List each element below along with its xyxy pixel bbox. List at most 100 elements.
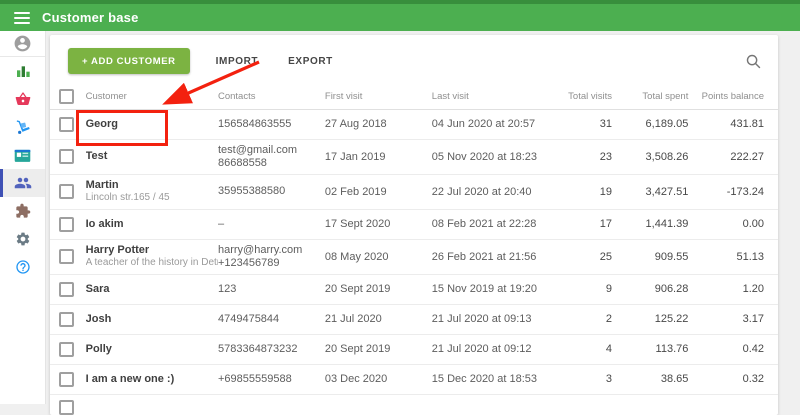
- points-balance-value: 51.13: [688, 239, 778, 275]
- total-visits-value: 4: [556, 334, 612, 365]
- customer-subtitle: A teacher of the history in Detroi...: [85, 257, 218, 268]
- table-row-partial[interactable]: [50, 394, 778, 415]
- table-row[interactable]: Martin Lincoln str.165 / 45 35955388580 …: [50, 174, 778, 210]
- select-all-checkbox[interactable]: [59, 89, 74, 105]
- export-button[interactable]: EXPORT: [284, 48, 337, 74]
- customers-panel: + ADD CUSTOMER IMPORT EXPORT Customer Co…: [50, 35, 778, 415]
- table-row[interactable]: Test test@gmail.com 86688558 17 Jan 2019…: [50, 139, 778, 175]
- total-spent-value: 6,189.05: [612, 109, 689, 140]
- first-visit-value: 27 Aug 2018: [324, 109, 432, 140]
- col-header-contacts: Contacts: [217, 85, 325, 110]
- table-row[interactable]: Sara 123 20 Sept 2019 15 Nov 2019 at 19:…: [50, 274, 778, 305]
- last-visit-value: 22 Jul 2020 at 20:40: [431, 174, 556, 210]
- customer-contact: 123: [217, 282, 237, 295]
- table-row[interactable]: Georg 156584863555 27 Aug 2018 04 Jun 20…: [50, 109, 778, 140]
- total-visits-value: 23: [556, 139, 612, 175]
- col-header-first-visit: First visit: [324, 85, 432, 110]
- row-checkbox[interactable]: [59, 371, 74, 387]
- total-spent-value: 38.65: [612, 364, 689, 395]
- sidebar-item-statistics[interactable]: [0, 57, 45, 85]
- first-visit-value: 17 Sept 2020: [324, 209, 432, 240]
- page-title: Customer base: [42, 10, 139, 25]
- import-button[interactable]: IMPORT: [212, 48, 263, 74]
- total-spent-value: 3,427.51: [612, 174, 689, 210]
- total-visits-value: 2: [556, 304, 612, 335]
- col-header-last-visit: Last visit: [431, 85, 556, 110]
- app-bar: Customer base: [0, 4, 800, 31]
- customers-table: Customer Contacts First visit Last visit…: [50, 85, 778, 415]
- col-header-points-balance: Points balance: [688, 85, 778, 110]
- sidebar-item-customers[interactable]: [0, 169, 45, 197]
- sidebar-item-help[interactable]: [0, 253, 45, 281]
- total-spent-value: 113.76: [612, 334, 689, 365]
- last-visit-value: 08 Feb 2021 at 22:28: [431, 209, 556, 240]
- points-balance-value: 222.27: [688, 139, 778, 175]
- points-balance-value: 0.42: [688, 334, 778, 365]
- table-row[interactable]: Polly 5783364873232 20 Sept 2019 21 Jul …: [50, 334, 778, 365]
- row-checkbox[interactable]: [59, 311, 74, 327]
- row-checkbox[interactable]: [59, 116, 74, 132]
- row-checkbox[interactable]: [59, 184, 74, 199]
- customer-contact: 35955388580: [217, 185, 286, 197]
- sidebar-item-staff[interactable]: [0, 141, 45, 169]
- row-checkbox[interactable]: [59, 249, 74, 264]
- row-checkbox[interactable]: [59, 281, 74, 297]
- total-spent-value: 906.28: [612, 274, 689, 305]
- last-visit-value: 21 Jul 2020 at 09:13: [431, 304, 556, 335]
- total-visits-value: 25: [556, 239, 612, 275]
- sidebar-item-products[interactable]: [0, 85, 45, 113]
- help-icon: [15, 260, 30, 274]
- sidebar: [0, 31, 46, 404]
- customer-name: Harry Potter: [85, 244, 150, 256]
- total-spent-value: 3,508.26: [612, 139, 689, 175]
- menu-icon[interactable]: [14, 11, 30, 24]
- customer-contact: 86688558: [217, 156, 267, 169]
- table-row[interactable]: I am a new one :) +69855559588 03 Dec 20…: [50, 364, 778, 395]
- total-spent-value: 1,441.39: [612, 209, 689, 240]
- last-visit-value: 04 Jun 2020 at 20:57: [431, 109, 556, 140]
- delivery-cart-icon: [16, 120, 30, 134]
- sidebar-item-profile[interactable]: [0, 31, 45, 57]
- points-balance-value: 0.00: [688, 209, 778, 240]
- row-checkbox[interactable]: [59, 216, 74, 232]
- customer-contact: harry@harry.com: [217, 243, 303, 256]
- first-visit-value: 17 Jan 2019: [324, 139, 432, 175]
- total-visits-value: 9: [556, 274, 612, 305]
- points-balance-value: 3.17: [688, 304, 778, 335]
- table-row[interactable]: Io akim – 17 Sept 2020 08 Feb 2021 at 22…: [50, 209, 778, 240]
- customer-name: Polly: [85, 342, 112, 355]
- total-visits-value: 31: [556, 109, 612, 140]
- table-row[interactable]: Josh 4749475844 21 Jul 2020 21 Jul 2020 …: [50, 304, 778, 335]
- points-balance-value: 431.81: [688, 109, 778, 140]
- customer-contact: 156584863555: [217, 117, 292, 130]
- last-visit-value: 26 Feb 2021 at 21:56: [431, 239, 556, 275]
- profile-icon: [14, 35, 31, 52]
- search-icon[interactable]: [744, 53, 762, 71]
- last-visit-value: 21 Jul 2020 at 09:12: [431, 334, 556, 365]
- row-checkbox[interactable]: [59, 341, 74, 357]
- first-visit-value: 08 May 2020: [324, 239, 432, 275]
- total-visits-value: 17: [556, 209, 612, 240]
- first-visit-value: 20 Sept 2019: [324, 274, 432, 305]
- add-customer-button[interactable]: + ADD CUSTOMER: [68, 48, 190, 74]
- customer-contact: test@gmail.com: [217, 143, 298, 156]
- table-row[interactable]: Harry Potter A teacher of the history in…: [50, 239, 778, 275]
- gear-icon: [16, 232, 29, 246]
- customer-contact: 5783364873232: [217, 342, 298, 355]
- sidebar-item-integrations[interactable]: [0, 197, 45, 225]
- customer-name: Martin: [85, 179, 119, 191]
- row-checkbox[interactable]: [59, 149, 74, 164]
- customer-name: I am a new one :): [85, 372, 175, 385]
- customer-subtitle: Lincoln str.165 / 45: [85, 192, 170, 203]
- customer-name: Test: [85, 150, 108, 162]
- sidebar-item-orders[interactable]: [0, 113, 45, 141]
- total-visits-value: 19: [556, 174, 612, 210]
- customer-name: Georg: [85, 117, 119, 130]
- sidebar-item-settings[interactable]: [0, 225, 45, 253]
- row-checkbox[interactable]: [59, 399, 74, 415]
- puzzle-icon: [15, 203, 30, 218]
- col-header-total-spent: Total spent: [612, 85, 689, 110]
- customer-contact: +69855559588: [217, 372, 292, 385]
- basket-icon: [15, 92, 30, 105]
- customer-name: Io akim: [85, 217, 124, 230]
